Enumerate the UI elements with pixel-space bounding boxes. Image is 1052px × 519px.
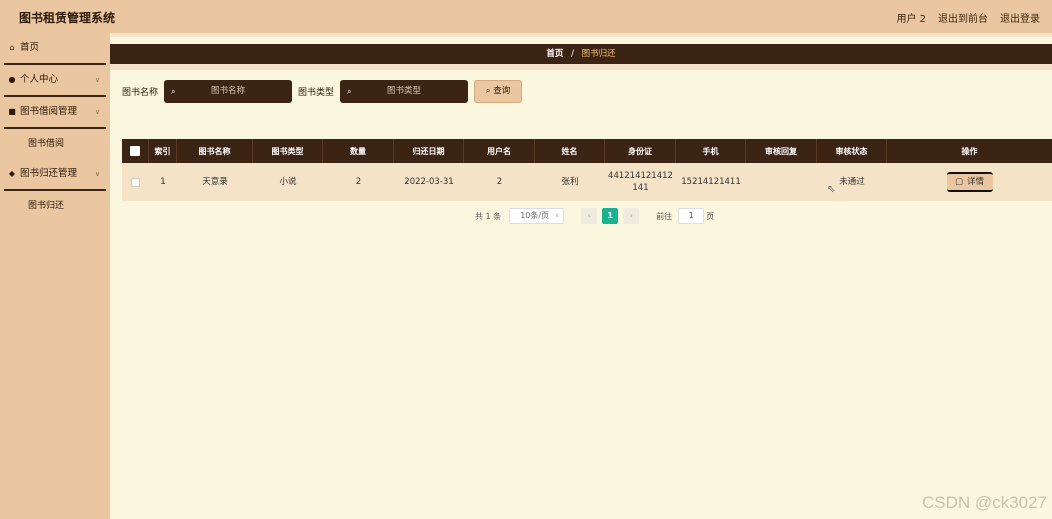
column-header: 审核回复 [746,139,817,163]
decor-stripe [110,64,1052,70]
sidebar: ⌂ 首页 ● 个人中心 ∨ ■ 图书借阅管理 ∨ 图书借阅 ◆ 图书归还管理 ∨… [0,33,110,519]
query-button-label: 查询 [493,86,511,96]
main-content: 首页 / 图书归还 图书名称 ⌕ 图书名称 图书类型 ⌕ 图书类型 ⌕ 查询 索… [110,33,1052,519]
detail-icon: ▢ [954,177,963,187]
home-icon: ⌂ [9,43,15,52]
column-header: 操作 [961,146,978,156]
sidebar-item-return-mgmt[interactable]: ◆ 图书归还管理 ∨ [0,159,110,189]
column-header: 归还日期 [394,139,464,163]
select-all-cell[interactable] [122,139,149,163]
sidebar-item-personal-center[interactable]: ● 个人中心 ∨ [0,65,110,95]
watermark: CSDN @ck3027 [922,493,1047,512]
page-unit-label: 页 [706,211,715,221]
chevron-down-icon: ∨ [554,212,560,219]
column-header: 用户名 [464,139,535,163]
sidebar-subitem-return[interactable]: 图书归还 [0,191,110,221]
goto-label: 前往 [656,211,673,221]
column-header: 姓名 [535,139,605,163]
sidebar-item-home[interactable]: ⌂ 首页 [0,33,110,63]
search-icon: ⌕ [347,87,352,96]
sidebar-item-borrow-mgmt[interactable]: ■ 图书借阅管理 ∨ [0,97,110,127]
detail-button[interactable]: ▢ 详情 [946,172,993,192]
column-header: 图书类型 [253,139,323,163]
cell-book-type: 小说 [279,177,297,187]
cell-id-card: 441214121412 141 [605,163,676,201]
breadcrumb-separator: / [571,49,574,59]
book-type-placeholder: 图书类型 [387,86,422,96]
column-header: 身份证 [605,139,676,163]
data-table: 索引 图书名称 图书类型 数量 归还日期 用户名 姓名 身份证 手机 审核回复 … [122,139,1052,201]
row-checkbox[interactable] [131,177,140,187]
column-header: 图书名称 [177,139,253,163]
cell-audit-status: 未通过 [839,177,865,187]
cell-return-date: 2022-03-31 [404,177,454,187]
goto-page-input[interactable]: 1 [678,208,705,224]
chevron-down-icon: ∨ [94,170,100,178]
column-header: 数量 [323,139,394,163]
top-right-links: 用户 2 退出到前台 退出登录 [896,10,1040,25]
sidebar-subitem-borrow[interactable]: 图书借阅 [0,129,110,159]
location-pin-icon: ◆ [8,169,16,178]
breadcrumb-current: 图书归还 [581,49,616,59]
mouse-cursor-icon: ⇖ [827,184,836,195]
row-select-cell[interactable] [122,163,149,201]
id-card-line: 141 [632,183,649,193]
logout-link[interactable]: 退出登录 [1000,10,1040,25]
chevron-down-icon: ∨ [94,76,100,84]
book-type-input[interactable]: ⌕ 图书类型 [340,80,469,103]
sidebar-item-label: 首页 [20,42,40,53]
id-card-line: 441214121412 [608,171,673,181]
search-icon: ⌕ [171,87,176,96]
book-name-placeholder: 图书名称 [211,86,246,96]
page-size-select[interactable]: 10条/页 ∨ [509,208,565,224]
next-page-button[interactable]: › [623,208,640,224]
book-type-label: 图书类型 [298,88,335,98]
pagination-total: 共 1 条 [475,211,502,221]
select-all-checkbox[interactable] [130,146,140,156]
sidebar-item-label: 图书借阅管理 [20,106,78,117]
sidebar-item-label: 图书归还管理 [20,168,78,179]
query-button[interactable]: ⌕ 查询 [474,80,523,103]
table-row: 1 天意录 小说 2 2022-03-31 2 张利 441214121412 … [122,163,1052,201]
page-size-value: 10条/页 [520,211,550,220]
cell-audit-reply [746,163,817,201]
top-bar: 图书租赁管理系统 用户 2 退出到前台 退出登录 [0,0,1052,33]
column-header: 手机 [676,139,746,163]
column-header: 索引 [149,139,177,163]
user-label[interactable]: 用户 2 [896,10,926,25]
prev-page-button[interactable]: ‹ [581,208,598,224]
table-header: 索引 图书名称 图书类型 数量 归还日期 用户名 姓名 身份证 手机 审核回复 … [122,139,1052,163]
chevron-down-icon: ∨ [94,108,100,116]
detail-button-label: 详情 [967,177,985,187]
app-title: 图书租赁管理系统 [19,11,116,25]
breadcrumb-home[interactable]: 首页 [546,49,563,59]
cell-name: 张利 [561,177,579,187]
search-icon: ⌕ [485,86,491,96]
book-name-label: 图书名称 [122,88,159,98]
cell-username: 2 [496,177,503,187]
user-icon: ● [8,75,16,84]
book-name-input[interactable]: ⌕ 图书名称 [164,80,293,103]
page-number-current[interactable]: 1 [602,208,619,224]
pagination: 共 1 条 10条/页 ∨ ‹ 1 › 前往 1 页 [475,208,714,224]
cell-phone: 15214121411 [681,177,741,187]
sidebar-item-label: 个人中心 [20,74,59,85]
decor-stripe [110,33,1052,37]
cell-quantity: 2 [355,177,362,187]
cell-index: 1 [160,177,166,187]
cell-actions: ▢ 详情 [887,163,1052,201]
cell-book-name: 天意录 [202,177,228,187]
breadcrumb: 首页 / 图书归还 [110,44,1052,64]
column-header: 审核状态 [817,139,887,163]
book-icon: ■ [8,107,16,116]
search-form: 图书名称 ⌕ 图书名称 图书类型 ⌕ 图书类型 ⌕ 查询 [122,80,523,103]
back-to-frontend-link[interactable]: 退出到前台 [938,10,988,25]
